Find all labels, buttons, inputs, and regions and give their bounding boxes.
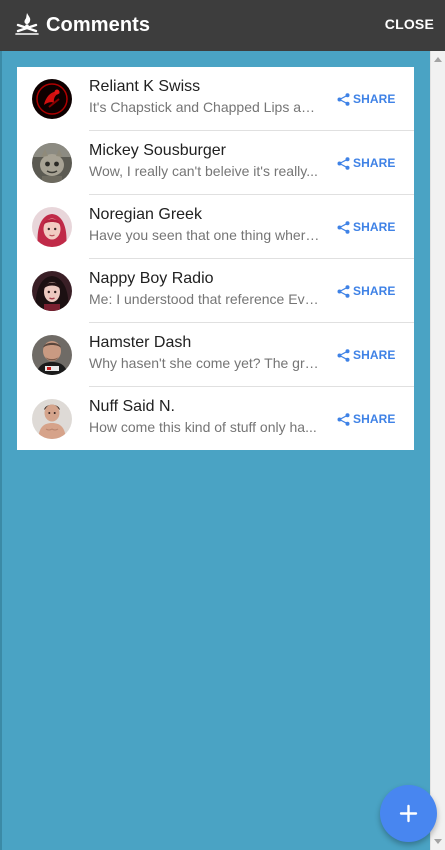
comment-list: Reliant K Swiss It's Chapstick and Chapp… <box>17 67 414 450</box>
campfire-icon <box>15 13 39 35</box>
scrollbar[interactable] <box>430 51 445 850</box>
comment-preview: Have you seen that one thing where... <box>89 227 322 243</box>
comment-preview: It's Chapstick and Chapped Lips and... <box>89 99 322 115</box>
avatar <box>32 271 72 311</box>
comment-author: Hamster Dash <box>89 334 192 351</box>
share-label: SHARE <box>353 412 396 426</box>
dark-hair-avatar-icon <box>32 271 72 311</box>
share-label: SHARE <box>353 348 396 362</box>
share-icon <box>337 348 350 362</box>
share-icon <box>337 412 350 426</box>
list-item[interactable]: Reliant K Swiss It's Chapstick and Chapp… <box>17 67 414 131</box>
scroll-up-icon[interactable] <box>434 57 442 62</box>
list-item[interactable]: Noregian Greek Have you seen that one th… <box>17 195 414 259</box>
character-avatar-icon <box>32 143 72 183</box>
comment-author: Noregian Greek <box>89 206 202 223</box>
share-button[interactable]: SHARE <box>337 411 396 427</box>
share-button[interactable]: SHARE <box>337 155 396 171</box>
share-button[interactable]: SHARE <box>337 347 396 363</box>
red-hair-avatar-icon <box>32 207 72 247</box>
avatar <box>32 143 72 183</box>
comment-preview: How come this kind of stuff only ha... <box>89 419 317 435</box>
plus-icon <box>399 804 418 823</box>
comment-author: Reliant K Swiss <box>89 78 201 95</box>
share-label: SHARE <box>353 220 396 234</box>
share-label: SHARE <box>353 284 396 298</box>
list-item[interactable]: Nuff Said N. How come this kind of stuff… <box>17 387 414 451</box>
share-button[interactable]: SHARE <box>337 283 396 299</box>
avatar <box>32 335 72 375</box>
page-title: Comments <box>46 14 151 36</box>
avatar <box>32 207 72 247</box>
add-comment-button[interactable] <box>380 785 437 842</box>
avatar <box>32 399 72 439</box>
share-icon <box>337 156 350 170</box>
list-item[interactable]: Hamster Dash Why hasen't she come yet? T… <box>17 323 414 387</box>
close-button[interactable]: CLOSE <box>385 16 434 32</box>
man-avatar-icon <box>32 335 72 375</box>
comment-author: Nappy Boy Radio <box>89 270 214 287</box>
share-icon <box>337 220 350 234</box>
comment-author: Nuff Said N. <box>89 398 175 415</box>
comment-author: Mickey Sousburger <box>89 142 226 159</box>
list-item[interactable]: Mickey Sousburger Wow, I really can't be… <box>17 131 414 195</box>
shirtless-avatar-icon <box>32 399 72 439</box>
comment-preview: Wow, I really can't beleive it's really.… <box>89 163 318 179</box>
share-icon <box>337 284 350 298</box>
comment-preview: Me: I understood that reference Eve... <box>89 291 322 307</box>
red-logo-avatar-icon <box>32 79 72 119</box>
share-label: SHARE <box>353 92 396 106</box>
scroll-down-icon[interactable] <box>434 839 442 844</box>
left-edge <box>0 51 2 850</box>
comments-screen: Comments CLOSE Reliant K Swiss It's Chap… <box>0 0 445 850</box>
app-header: Comments CLOSE <box>0 0 445 51</box>
share-icon <box>337 92 350 106</box>
comment-preview: Why hasen't she come yet? The gra... <box>89 355 322 371</box>
share-button[interactable]: SHARE <box>337 219 396 235</box>
share-button[interactable]: SHARE <box>337 91 396 107</box>
share-label: SHARE <box>353 156 396 170</box>
avatar <box>32 79 72 119</box>
list-item[interactable]: Nappy Boy Radio Me: I understood that re… <box>17 259 414 323</box>
